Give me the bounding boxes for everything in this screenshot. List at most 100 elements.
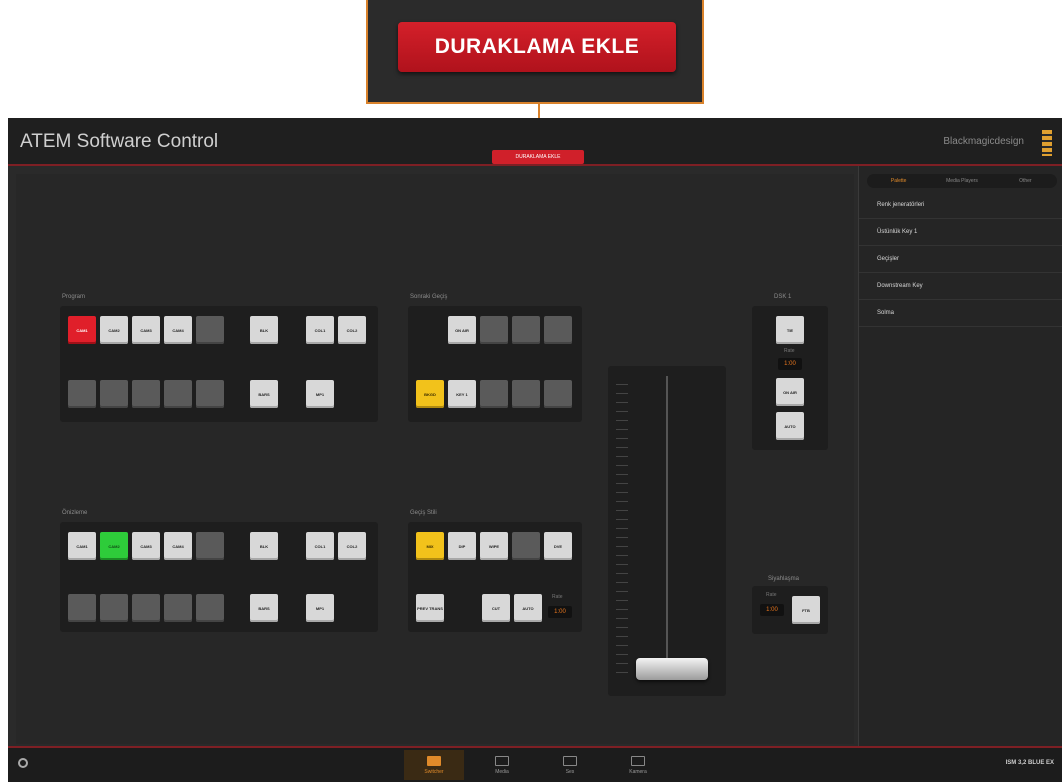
- dip-button[interactable]: DIP: [448, 532, 476, 560]
- side-row-transitions[interactable]: Geçişler: [859, 246, 1062, 273]
- title-bar: ATEM Software Control DURAKLAMA EKLE Bla…: [8, 118, 1062, 166]
- nav-switcher-label: Switcher: [424, 768, 444, 775]
- program-button-5[interactable]: [196, 316, 224, 344]
- program-button-7[interactable]: [100, 380, 128, 408]
- add-pause-button[interactable]: DURAKLAMA EKLE: [492, 150, 584, 164]
- dsk-rate-value[interactable]: 1:00: [778, 358, 802, 370]
- dsk-on-air-button[interactable]: ON AIR: [776, 378, 804, 406]
- transition-style-button-4[interactable]: [512, 532, 540, 560]
- next-transition-button-8[interactable]: [512, 380, 540, 408]
- preview-button-bars[interactable]: BARS: [250, 594, 278, 622]
- nav-switcher[interactable]: Switcher: [404, 750, 464, 780]
- transition-style-panel: MIX DIP WIPE DVE PREV TRANS CUT AUTO Rat…: [408, 522, 582, 632]
- dsk-tie-button[interactable]: TIE: [776, 316, 804, 344]
- ftb-rate-value[interactable]: 1:00: [760, 604, 784, 616]
- switcher-model-status: ISM 3,2 BLUE EX: [1005, 760, 1054, 766]
- preview-button-10[interactable]: [196, 594, 224, 622]
- nav-camera[interactable]: Kamera: [608, 750, 668, 780]
- tbar-slot: [666, 376, 668, 676]
- next-transition-label: Sonraki Geçiş: [410, 294, 448, 300]
- ftb-rate-label: Rate: [766, 592, 777, 598]
- preview-button-5[interactable]: [196, 532, 224, 560]
- key1-button[interactable]: KEY 1: [448, 380, 476, 408]
- fade-to-black-panel: Rate 1:00 FTB: [752, 586, 828, 634]
- preview-label: Önizleme: [62, 510, 88, 516]
- preview-button-3[interactable]: CAM3: [132, 532, 160, 560]
- brand-logo-text: Blackmagicdesign: [943, 136, 1024, 147]
- program-button-10[interactable]: [196, 380, 224, 408]
- dsk-label: DSK 1: [774, 294, 792, 300]
- preview-button-8[interactable]: [132, 594, 160, 622]
- program-button-2[interactable]: CAM2: [100, 316, 128, 344]
- add-pause-button-enlarged[interactable]: DURAKLAMA EKLE: [398, 22, 676, 72]
- background-button[interactable]: BKGD: [416, 380, 444, 408]
- nav-media[interactable]: Media: [472, 750, 532, 780]
- program-button-1[interactable]: CAM1: [68, 316, 96, 344]
- media-icon: [495, 755, 509, 766]
- program-bus-panel: CAM1 CAM2 CAM3 CAM4 BLK COL1 COL2 BARS M…: [60, 306, 378, 422]
- tab-other[interactable]: Other: [994, 174, 1057, 188]
- app-window: ATEM Software Control DURAKLAMA EKLE Bla…: [8, 118, 1062, 782]
- preview-transition-button[interactable]: PREV TRANS: [416, 594, 444, 622]
- wipe-button[interactable]: WIPE: [480, 532, 508, 560]
- preview-bus-panel: CAM1 CAM2 CAM3 CAM4 BLK COL1 COL2 BARS M…: [60, 522, 378, 632]
- program-label: Program: [62, 294, 86, 300]
- side-row-fade[interactable]: Solma: [859, 300, 1062, 327]
- app-title: ATEM Software Control: [20, 131, 219, 152]
- nav-media-label: Media: [495, 768, 509, 775]
- gear-icon[interactable]: [18, 758, 28, 768]
- side-row-downstream-key[interactable]: Downstream Key: [859, 273, 1062, 300]
- brand-logo-icon: [1042, 130, 1052, 156]
- preview-button-color1[interactable]: COL1: [306, 532, 334, 560]
- bottom-nav-bar: Switcher Media Ses Kamera ISM 3,2 BLUE E…: [8, 746, 1062, 782]
- program-button-4[interactable]: CAM4: [164, 316, 192, 344]
- transition-tbar-panel: [608, 366, 726, 696]
- program-button-bars[interactable]: BARS: [250, 380, 278, 408]
- transition-rate-value[interactable]: 1:00: [548, 606, 572, 618]
- nav-audio[interactable]: Ses: [540, 750, 600, 780]
- program-button-6[interactable]: [68, 380, 96, 408]
- preview-button-color2[interactable]: COL2: [338, 532, 366, 560]
- preview-button-2[interactable]: CAM2: [100, 532, 128, 560]
- transition-rate-label: Rate: [552, 594, 563, 600]
- program-button-3[interactable]: CAM3: [132, 316, 160, 344]
- preview-button-1[interactable]: CAM1: [68, 532, 96, 560]
- dve-button[interactable]: DVE: [544, 532, 572, 560]
- program-button-9[interactable]: [164, 380, 192, 408]
- tab-palette[interactable]: Palette: [867, 174, 930, 188]
- nav-audio-label: Ses: [565, 768, 575, 775]
- next-transition-button-7[interactable]: [480, 380, 508, 408]
- nav-camera-label: Kamera: [629, 768, 647, 775]
- preview-button-6[interactable]: [68, 594, 96, 622]
- side-row-color-generators[interactable]: Renk jeneratörleri: [859, 192, 1062, 219]
- auto-button[interactable]: AUTO: [514, 594, 542, 622]
- transition-style-label: Geçiş Stili: [410, 510, 437, 516]
- mix-button[interactable]: MIX: [416, 532, 444, 560]
- switcher-icon: [427, 755, 441, 766]
- dsk-panel: TIE Rate 1:00 ON AIR AUTO: [752, 306, 828, 450]
- program-button-8[interactable]: [132, 380, 160, 408]
- preview-button-black[interactable]: BLK: [250, 532, 278, 560]
- next-transition-panel: ON AIR BKGD KEY 1: [408, 306, 582, 422]
- callout-panel: DURAKLAMA EKLE: [366, 0, 704, 104]
- program-button-black[interactable]: BLK: [250, 316, 278, 344]
- tab-media-players[interactable]: Media Players: [930, 174, 993, 188]
- ftb-button[interactable]: FTB: [792, 596, 820, 624]
- next-transition-button-9[interactable]: [544, 380, 572, 408]
- audio-icon: [563, 755, 577, 766]
- program-button-color1[interactable]: COL1: [306, 316, 334, 344]
- preview-button-mp1[interactable]: MP1: [306, 594, 334, 622]
- tbar-handle[interactable]: [636, 658, 708, 680]
- dsk-auto-button[interactable]: AUTO: [776, 412, 804, 440]
- preview-button-7[interactable]: [100, 594, 128, 622]
- next-transition-button-4[interactable]: [544, 316, 572, 344]
- program-button-color2[interactable]: COL2: [338, 316, 366, 344]
- side-row-upstream-key[interactable]: Üstünlük Key 1: [859, 219, 1062, 246]
- cut-button[interactable]: CUT: [482, 594, 510, 622]
- program-button-mp1[interactable]: MP1: [306, 380, 334, 408]
- next-transition-on-air-button[interactable]: ON AIR: [448, 316, 476, 344]
- preview-button-4[interactable]: CAM4: [164, 532, 192, 560]
- next-transition-button-2[interactable]: [480, 316, 508, 344]
- preview-button-9[interactable]: [164, 594, 192, 622]
- next-transition-button-3[interactable]: [512, 316, 540, 344]
